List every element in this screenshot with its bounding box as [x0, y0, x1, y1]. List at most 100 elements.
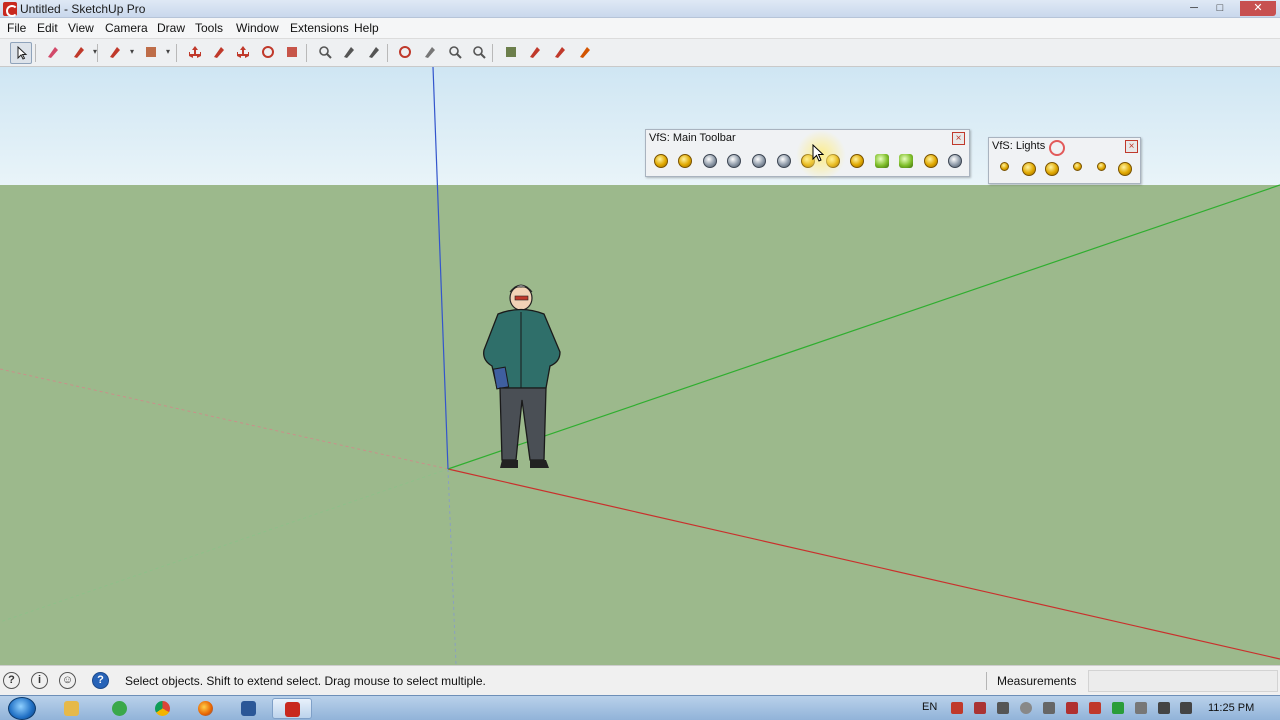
vray-options-icon[interactable]	[654, 154, 668, 168]
red-axis	[447, 468, 1280, 660]
minimize-button[interactable]: ─	[1182, 1, 1206, 16]
scale-icon	[287, 47, 297, 57]
spot-light-icon[interactable]	[1045, 162, 1059, 176]
move-icon	[237, 46, 249, 58]
proxy-export-icon[interactable]	[899, 154, 913, 168]
warehouse-tool-button[interactable]	[500, 42, 522, 64]
start-button[interactable]	[8, 697, 36, 720]
rectangle-tool-button[interactable]	[140, 42, 162, 64]
chevron-down-icon[interactable]: ▾	[130, 47, 134, 56]
push-pull-icon	[189, 46, 201, 58]
status-divider	[986, 672, 987, 690]
vfs-lights-toolbar-close-button[interactable]: ×	[1125, 140, 1138, 153]
menu-draw[interactable]: Draw	[157, 21, 185, 35]
instructor-help-icon[interactable]: ?	[92, 672, 109, 689]
chevron-down-icon[interactable]: ▾	[166, 47, 170, 56]
ies-light-icon[interactable]	[1073, 162, 1082, 171]
menu-camera[interactable]: Camera	[105, 21, 148, 35]
arc-tool-button[interactable]	[104, 42, 126, 64]
word-icon	[241, 701, 256, 716]
volume-icon[interactable]	[1180, 702, 1192, 714]
share-component-icon	[555, 47, 565, 58]
user-account-icon[interactable]: ☺	[59, 672, 76, 689]
tray-icon-5[interactable]	[1043, 702, 1055, 714]
tray-icon-9[interactable]	[1135, 702, 1147, 714]
tray-icon-6[interactable]	[1066, 702, 1078, 714]
taskbar-word[interactable]	[229, 698, 269, 719]
menu-tools[interactable]: Tools	[195, 21, 223, 35]
orbit-tool-button[interactable]	[394, 42, 416, 64]
select-tool-button[interactable]	[10, 42, 32, 64]
paint-bucket-icon	[369, 47, 379, 58]
material-editor-icon[interactable]	[678, 154, 692, 168]
rect-light-icon[interactable]	[1022, 162, 1036, 176]
omni-light-icon[interactable]	[1000, 162, 1009, 171]
batch-render-icon[interactable]	[752, 154, 766, 168]
chrome-icon	[155, 701, 170, 716]
maximize-button[interactable]: □	[1208, 1, 1232, 16]
pencil-tool-button[interactable]	[68, 42, 90, 64]
drawing-viewport[interactable]: VfS: Main Toolbar × VfS: Lights ×	[0, 67, 1280, 665]
menu-edit[interactable]: Edit	[37, 21, 58, 35]
tray-icon-3[interactable]	[997, 702, 1009, 714]
taskbar-firefox[interactable]	[186, 698, 226, 719]
render-rt-icon[interactable]	[727, 154, 741, 168]
vfs-main-toolbar-close-button[interactable]: ×	[952, 132, 965, 145]
app-green-icon	[112, 701, 127, 716]
arc-icon	[110, 47, 120, 58]
scale-tool-button[interactable]	[281, 42, 303, 64]
sphere-light-icon[interactable]	[1097, 162, 1106, 171]
firefox-icon	[198, 701, 213, 716]
zoom-tool-button[interactable]	[444, 42, 466, 64]
pan-tool-button[interactable]	[419, 42, 441, 64]
menu-help[interactable]: Help	[354, 21, 379, 35]
share-model-icon	[530, 47, 540, 58]
paint-bucket-tool-button[interactable]	[363, 42, 385, 64]
render-icon[interactable]	[703, 154, 717, 168]
taskbar-explorer[interactable]	[52, 698, 92, 719]
proxy-import-icon[interactable]	[875, 154, 889, 168]
credits-icon[interactable]: i	[31, 672, 48, 689]
taskbar-clock[interactable]: 11:25 PM	[1208, 702, 1254, 714]
close-button[interactable]: ✕	[1240, 1, 1276, 16]
share-model-tool-button[interactable]	[524, 42, 546, 64]
measurements-input[interactable]	[1088, 670, 1278, 692]
push-pull-tool-button[interactable]	[184, 42, 206, 64]
menu-file[interactable]: File	[7, 21, 26, 35]
network-icon[interactable]	[1158, 702, 1170, 714]
tray-icon-1[interactable]	[951, 702, 963, 714]
vfs-main-toolbar-title: VfS: Main Toolbar	[649, 132, 736, 144]
dome-light-icon[interactable]	[1118, 162, 1132, 176]
vfs-lights-toolbar[interactable]: VfS: Lights ×	[988, 137, 1141, 184]
tape-measure-tool-button[interactable]	[314, 42, 336, 64]
language-indicator[interactable]: EN	[922, 701, 937, 713]
geolocation-icon[interactable]: ?	[3, 672, 20, 689]
rotate-tool-button[interactable]	[257, 42, 279, 64]
vfs-main-toolbar[interactable]: VfS: Main Toolbar ×	[645, 129, 970, 180]
export-icon[interactable]	[850, 154, 864, 168]
chevron-down-icon[interactable]: ▾	[93, 47, 97, 56]
tray-icon-8[interactable]	[1112, 702, 1124, 714]
menu-window[interactable]: Window	[236, 21, 279, 35]
menu-extensions[interactable]: Extensions	[290, 21, 349, 35]
follow-me-tool-button[interactable]	[208, 42, 230, 64]
taskbar-sketchup[interactable]	[272, 698, 312, 719]
pause-icon[interactable]	[948, 154, 962, 168]
infinite-plane-icon[interactable]	[924, 154, 938, 168]
taskbar-app-green[interactable]	[100, 698, 140, 719]
eraser-tool-button[interactable]	[42, 42, 64, 64]
toolbar-separator	[176, 44, 177, 62]
share-component-tool-button[interactable]	[549, 42, 571, 64]
zoom-extents-tool-button[interactable]	[468, 42, 490, 64]
help-icon[interactable]	[777, 154, 791, 168]
move-tool-button[interactable]	[232, 42, 254, 64]
menu-view[interactable]: View	[68, 21, 94, 35]
tray-icon-7[interactable]	[1089, 702, 1101, 714]
taskbar-chrome[interactable]	[143, 698, 183, 719]
tray-icon-2[interactable]	[974, 702, 986, 714]
text-tool-button[interactable]	[338, 42, 360, 64]
scale-figure[interactable]	[483, 284, 561, 468]
tray-icon-4[interactable]	[1020, 702, 1032, 714]
extension-warehouse-tool-button[interactable]	[574, 42, 596, 64]
rotate-icon	[262, 46, 274, 58]
